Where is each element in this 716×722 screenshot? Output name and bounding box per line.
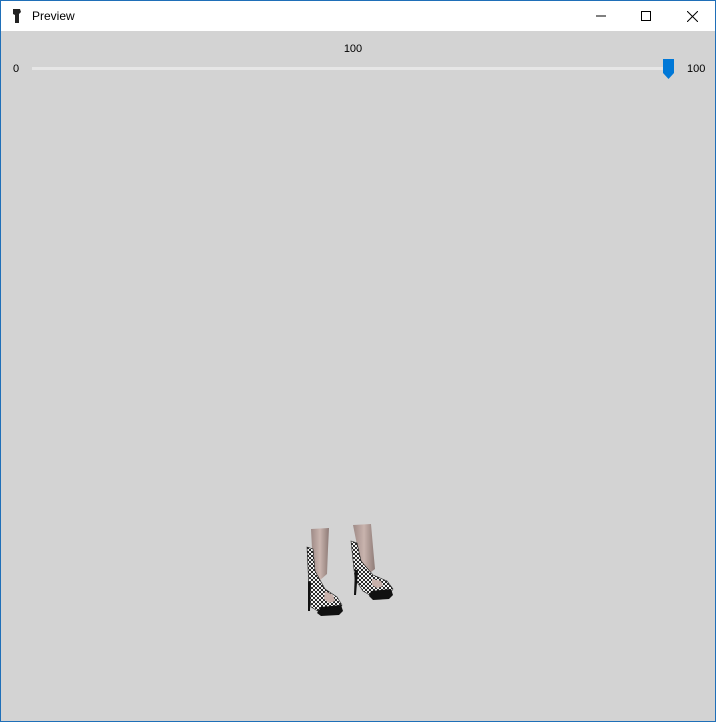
close-button[interactable] [669,1,715,31]
app-icon [13,9,21,23]
shoe-preview-image [306,524,394,616]
minimize-icon [596,15,606,17]
left-shoe [306,528,343,616]
preview-window: Preview 100 0 100 [0,0,716,722]
maximize-button[interactable] [623,1,669,31]
slider-fill [32,67,672,70]
slider-value-label: 100 [343,43,363,55]
slider-min-label: 0 [13,63,20,75]
title-bar[interactable]: Preview [1,1,715,31]
slider-thumb[interactable] [663,59,674,79]
slider-max-label: 100 [687,63,706,75]
preview-area: 100 0 100 [1,31,715,721]
slider-track[interactable] [32,67,672,70]
window-title: Preview [32,9,75,23]
right-shoe [350,524,394,600]
close-icon [686,10,698,22]
minimize-button[interactable] [578,1,624,31]
maximize-icon [641,11,651,21]
